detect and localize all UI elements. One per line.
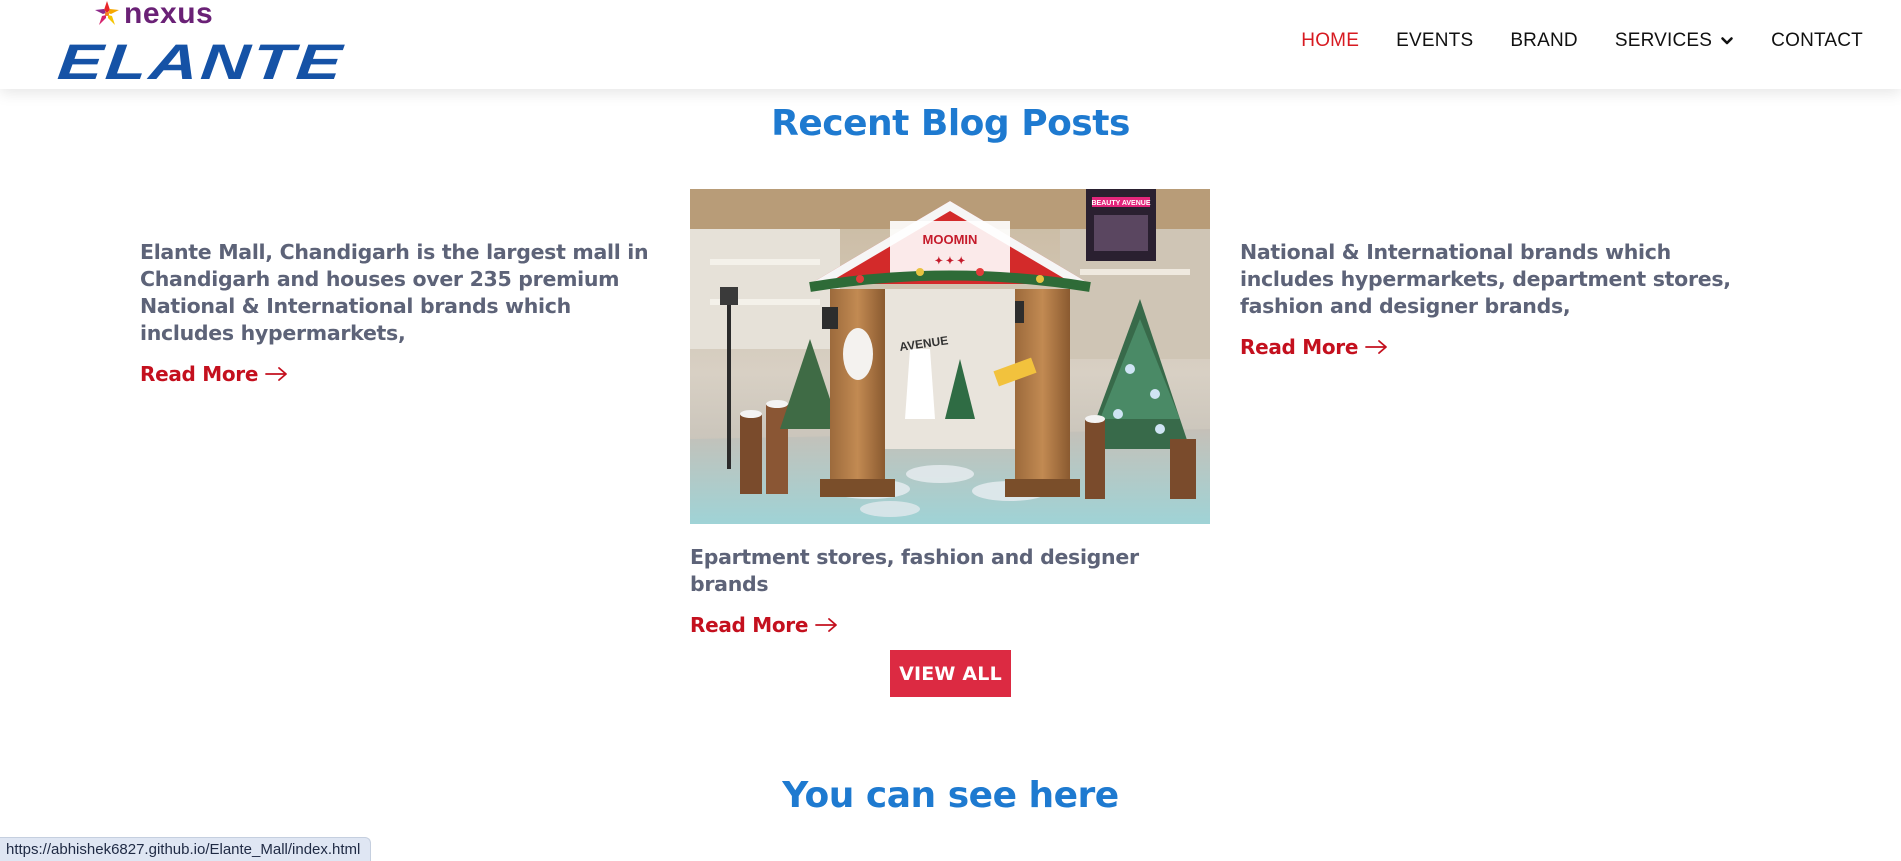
- christmas-mall-decoration-image: BEAUTY AVENUE MOOMIN ✦ ✦ ✦ AVENUE: [690, 189, 1210, 524]
- nav-item-events[interactable]: EVENTS: [1396, 30, 1473, 52]
- browser-status-bar: https://abhishek6827.github.io/Elante_Ma…: [0, 837, 372, 861]
- svg-text:✦ ✦ ✦: ✦ ✦ ✦: [935, 256, 966, 267]
- svg-text:BEAUTY AVENUE: BEAUTY AVENUE: [1092, 200, 1151, 207]
- arrow-right-icon: [265, 367, 288, 381]
- blog-post-2: BEAUTY AVENUE MOOMIN ✦ ✦ ✦ AVENUE Epartm…: [690, 189, 1210, 637]
- site-header: nexus ELANTE HOME EVENTS BRAND SERVICES …: [0, 0, 1901, 90]
- section-title-you-can-see-here: You can see here: [782, 775, 1119, 816]
- chevron-down-icon: [1721, 37, 1733, 45]
- view-all-button[interactable]: VIEW ALL: [890, 650, 1011, 697]
- nav-item-label: CONTACT: [1771, 30, 1863, 51]
- nav-item-label: BRAND: [1510, 30, 1578, 51]
- nav-item-home[interactable]: HOME: [1301, 30, 1359, 52]
- nav-item-brand[interactable]: BRAND: [1510, 30, 1578, 52]
- star-flower-icon: [95, 1, 119, 25]
- logo-brand-text: nexus: [124, 0, 214, 30]
- post-excerpt: National & International brands which in…: [1240, 240, 1731, 318]
- site-logo[interactable]: nexus ELANTE: [55, 0, 346, 90]
- arrow-right-icon: [1365, 340, 1388, 354]
- nav-item-services[interactable]: SERVICES: [1615, 30, 1734, 52]
- logo-name-text: ELANTE: [55, 34, 347, 90]
- main-nav: HOME EVENTS BRAND SERVICES CONTACT: [1264, 27, 1863, 55]
- post-image[interactable]: BEAUTY AVENUE MOOMIN ✦ ✦ ✦ AVENUE: [690, 189, 1210, 524]
- read-more-label: Read More: [690, 613, 809, 637]
- blog-post-3: National & International brands which in…: [1240, 239, 1760, 359]
- nav-item-label: SERVICES: [1614, 30, 1713, 51]
- read-more-link[interactable]: Read More: [140, 362, 289, 386]
- status-url: https://abhishek6827.github.io/Elante_Ma…: [6, 841, 361, 858]
- nav-item-label: EVENTS: [1396, 30, 1474, 51]
- arrow-right-icon: [815, 618, 838, 632]
- post-excerpt: Elante Mall, Chandigarh is the largest m…: [140, 240, 649, 345]
- section-title-blog: Recent Blog Posts: [771, 103, 1130, 144]
- blog-post-1: Elante Mall, Chandigarh is the largest m…: [140, 239, 660, 386]
- svg-text:MOOMIN: MOOMIN: [923, 232, 978, 247]
- read-more-label: Read More: [1240, 335, 1359, 359]
- read-more-link[interactable]: Read More: [690, 613, 839, 637]
- nav-item-contact[interactable]: CONTACT: [1771, 30, 1863, 52]
- read-more-link[interactable]: Read More: [1240, 335, 1389, 359]
- nav-item-label: HOME: [1301, 30, 1360, 51]
- logo-nexus-row: nexus: [92, 0, 214, 30]
- post-excerpt: Epartment stores, fashion and designer b…: [690, 545, 1139, 596]
- read-more-label: Read More: [140, 362, 259, 386]
